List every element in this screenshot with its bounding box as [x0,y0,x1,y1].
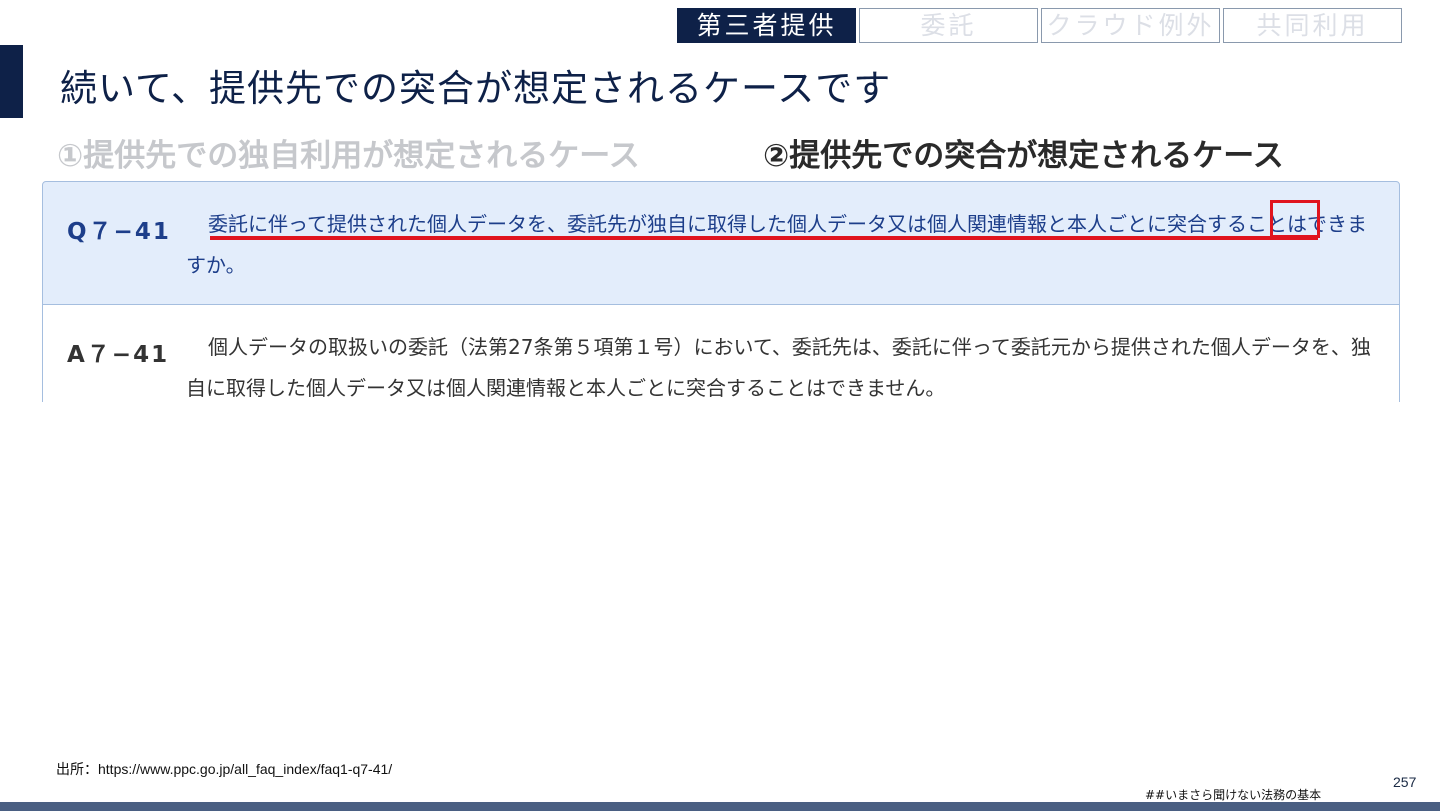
page-number: 257 [1393,774,1417,790]
answer-text: 個人データの取扱いの委託（法第27条第５項第１号）において、委託先は、委託に伴っ… [186,335,1371,400]
highlight-box [1270,200,1320,238]
case-2-heading: ②提供先での突合が想定されるケース [763,138,1284,174]
page-title: 続いて、提供先での突合が想定されるケースです [60,67,892,110]
section-tabs: 第三者提供 委託 クラウド例外 共同利用 [677,8,1402,43]
footer-bar [0,802,1440,811]
answer-label: A７−41 [67,342,170,368]
question-text: 委託に伴って提供された個人データを、委託先が独自に取得した個人データ又は個人関連… [186,212,1367,277]
tab-cloud-exception[interactable]: クラウド例外 [1041,8,1220,43]
question-label: Q７−41 [67,219,171,245]
tab-joint-use[interactable]: 共同利用 [1223,8,1402,43]
footer-hashtag: ##いまさら聞けない法務の基本 [1145,788,1322,802]
faq-panel: Q７−41 委託に伴って提供された個人データを、委託先が独自に取得した個人データ… [42,181,1400,402]
title-accent-bar [0,45,23,118]
faq-question-box: Q７−41 委託に伴って提供された個人データを、委託先が独自に取得した個人データ… [42,181,1400,305]
faq-answer-box: A７−41 個人データの取扱いの委託（法第27条第５項第１号）において、委託先は… [42,305,1400,402]
case-1-heading: ①提供先での独自利用が想定されるケース [57,138,640,174]
tab-third-party-provision[interactable]: 第三者提供 [677,8,856,43]
tab-outsourcing[interactable]: 委託 [859,8,1038,43]
highlight-underline [210,236,1318,240]
source-citation: 出所：https://www.ppc.go.jp/all_faq_index/f… [56,761,393,777]
